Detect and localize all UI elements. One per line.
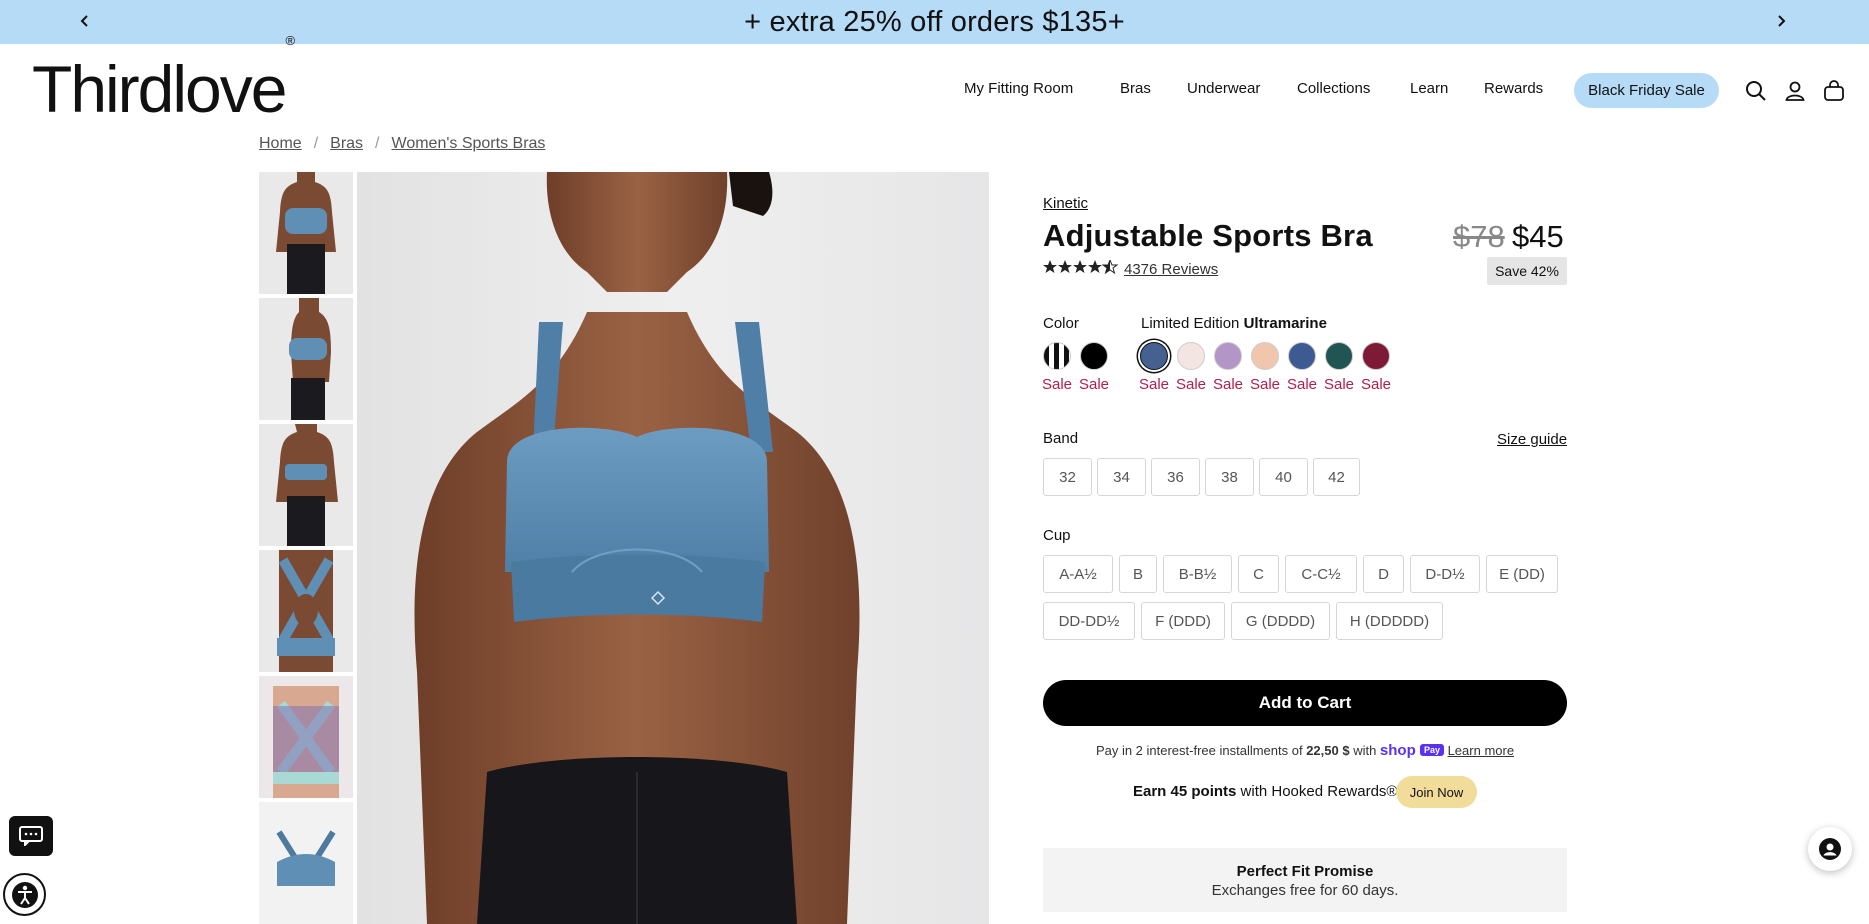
sale-label: Sale [1324, 376, 1355, 393]
nav-rewards[interactable]: Rewards [1484, 80, 1543, 97]
sale-label: Sale [1213, 376, 1244, 393]
thumbnail-back[interactable] [259, 424, 353, 546]
nav-my-fitting-room[interactable]: My Fitting Room [964, 80, 1073, 97]
cup-option-c[interactable]: C [1238, 555, 1279, 593]
color-swatch-9[interactable] [1362, 342, 1390, 370]
search-icon[interactable] [1744, 79, 1768, 103]
product-main-image[interactable] [357, 172, 989, 924]
sale-label: Sale [1139, 376, 1170, 393]
breadcrumb-home[interactable]: Home [259, 135, 302, 153]
accessibility-icon[interactable] [3, 873, 46, 916]
rewards-message: Earn 45 points with Hooked Rewards® [1133, 783, 1398, 800]
nav-collections[interactable]: Collections [1297, 80, 1370, 97]
cup-option-c-c-half[interactable]: C-C½ [1285, 555, 1357, 593]
thumbnail-side[interactable] [259, 298, 353, 420]
breadcrumb-separator: / [375, 135, 380, 152]
add-to-cart-button[interactable]: Add to Cart [1043, 680, 1567, 726]
breadcrumb: Home / Bras / Women's Sports Bras [259, 135, 545, 153]
thumbnail-front[interactable] [259, 172, 353, 294]
color-swatch-3[interactable] [1140, 342, 1168, 370]
reviews-link[interactable]: 4376 Reviews [1124, 261, 1218, 278]
bag-icon[interactable] [1822, 79, 1846, 103]
size-guide-link[interactable]: Size guide [1497, 431, 1567, 448]
join-now-button[interactable]: Join Now [1396, 776, 1477, 808]
sale-label: Sale [1079, 376, 1110, 393]
color-swatch-4[interactable] [1177, 342, 1205, 370]
sale-label: Sale [1250, 376, 1281, 393]
color-swatch-2[interactable] [1080, 342, 1108, 370]
nav-bras[interactable]: Bras [1120, 80, 1151, 97]
band-option-42[interactable]: 42 [1313, 458, 1360, 496]
band-label: Band [1043, 430, 1079, 447]
sale-label: Sale [1287, 376, 1318, 393]
cup-option-e[interactable]: E (DD) [1486, 555, 1558, 593]
shop-pay-installments: Pay in 2 interest-free installments of 2… [1095, 742, 1515, 759]
cup-option-a[interactable]: A-A½ [1043, 555, 1113, 593]
support-agent-icon[interactable] [1808, 827, 1852, 871]
sale-price: $45 [1512, 219, 1564, 254]
cup-label: Cup [1043, 527, 1071, 544]
breadcrumb-separator: / [313, 135, 319, 152]
cup-option-d-d-half[interactable]: D-D½ [1410, 555, 1480, 593]
cup-option-f[interactable]: F (DDD) [1141, 602, 1225, 640]
nav-underwear[interactable]: Underwear [1187, 80, 1260, 97]
cup-option-h[interactable]: H (DDDDD) [1336, 602, 1443, 640]
thumbnail-back-closeup[interactable] [259, 550, 353, 672]
brand-logo[interactable]: Thirdlove® [32, 34, 295, 122]
product-title: Adjustable Sports Bra [1043, 218, 1373, 253]
band-option-36[interactable]: 36 [1151, 458, 1200, 496]
chevron-left-icon[interactable] [70, 6, 100, 36]
thumbnail-diagram[interactable] [259, 676, 353, 798]
thumbnail-flat[interactable] [259, 802, 353, 924]
color-swatch-5[interactable] [1214, 342, 1242, 370]
learn-more-link[interactable]: Learn more [1448, 743, 1514, 758]
account-icon[interactable] [1783, 79, 1807, 103]
nav-learn[interactable]: Learn [1410, 80, 1448, 97]
band-option-40[interactable]: 40 [1259, 458, 1308, 496]
cup-option-b-b-half[interactable]: B-B½ [1163, 555, 1232, 593]
rating-stars [1043, 258, 1119, 277]
selected-color-name: Limited Edition Ultramarine [1141, 315, 1327, 332]
perfect-fit-promise: Perfect Fit Promise Exchanges free for 6… [1043, 848, 1567, 912]
black-friday-sale-button[interactable]: Black Friday Sale [1574, 73, 1719, 108]
promise-text: Exchanges free for 60 days. [1211, 882, 1399, 899]
color-label: Color [1043, 315, 1079, 332]
color-swatch-1[interactable] [1043, 342, 1071, 370]
sale-label: Sale [1042, 376, 1073, 393]
color-swatch-8[interactable] [1325, 342, 1353, 370]
cup-option-b[interactable]: B [1119, 555, 1157, 593]
collection-link[interactable]: Kinetic [1043, 195, 1088, 212]
breadcrumb-womens-sports-bras[interactable]: Women's Sports Bras [392, 135, 546, 153]
original-price: $78 [1453, 219, 1505, 254]
promise-title: Perfect Fit Promise [1236, 863, 1374, 880]
cup-option-g[interactable]: G (DDDD) [1231, 602, 1330, 640]
breadcrumb-bras[interactable]: Bras [330, 135, 363, 153]
sale-label: Sale [1361, 376, 1392, 393]
color-swatch-6[interactable] [1251, 342, 1279, 370]
promo-text: + extra 25% off orders $135+ [744, 5, 1125, 38]
band-option-34[interactable]: 34 [1097, 458, 1146, 496]
cup-option-d[interactable]: D [1363, 555, 1404, 593]
promo-bar: + extra 25% off orders $135+ [0, 0, 1869, 44]
save-badge: Save 42% [1487, 257, 1567, 285]
band-option-38[interactable]: 38 [1205, 458, 1254, 496]
shop-pay-logo: shop Pay [1380, 742, 1444, 759]
color-swatch-7[interactable] [1288, 342, 1316, 370]
chevron-right-icon[interactable] [1766, 6, 1796, 36]
sale-label: Sale [1176, 376, 1207, 393]
cup-option-dd[interactable]: DD-DD½ [1043, 602, 1135, 640]
chat-icon[interactable] [9, 816, 53, 856]
band-option-32[interactable]: 32 [1043, 458, 1092, 496]
